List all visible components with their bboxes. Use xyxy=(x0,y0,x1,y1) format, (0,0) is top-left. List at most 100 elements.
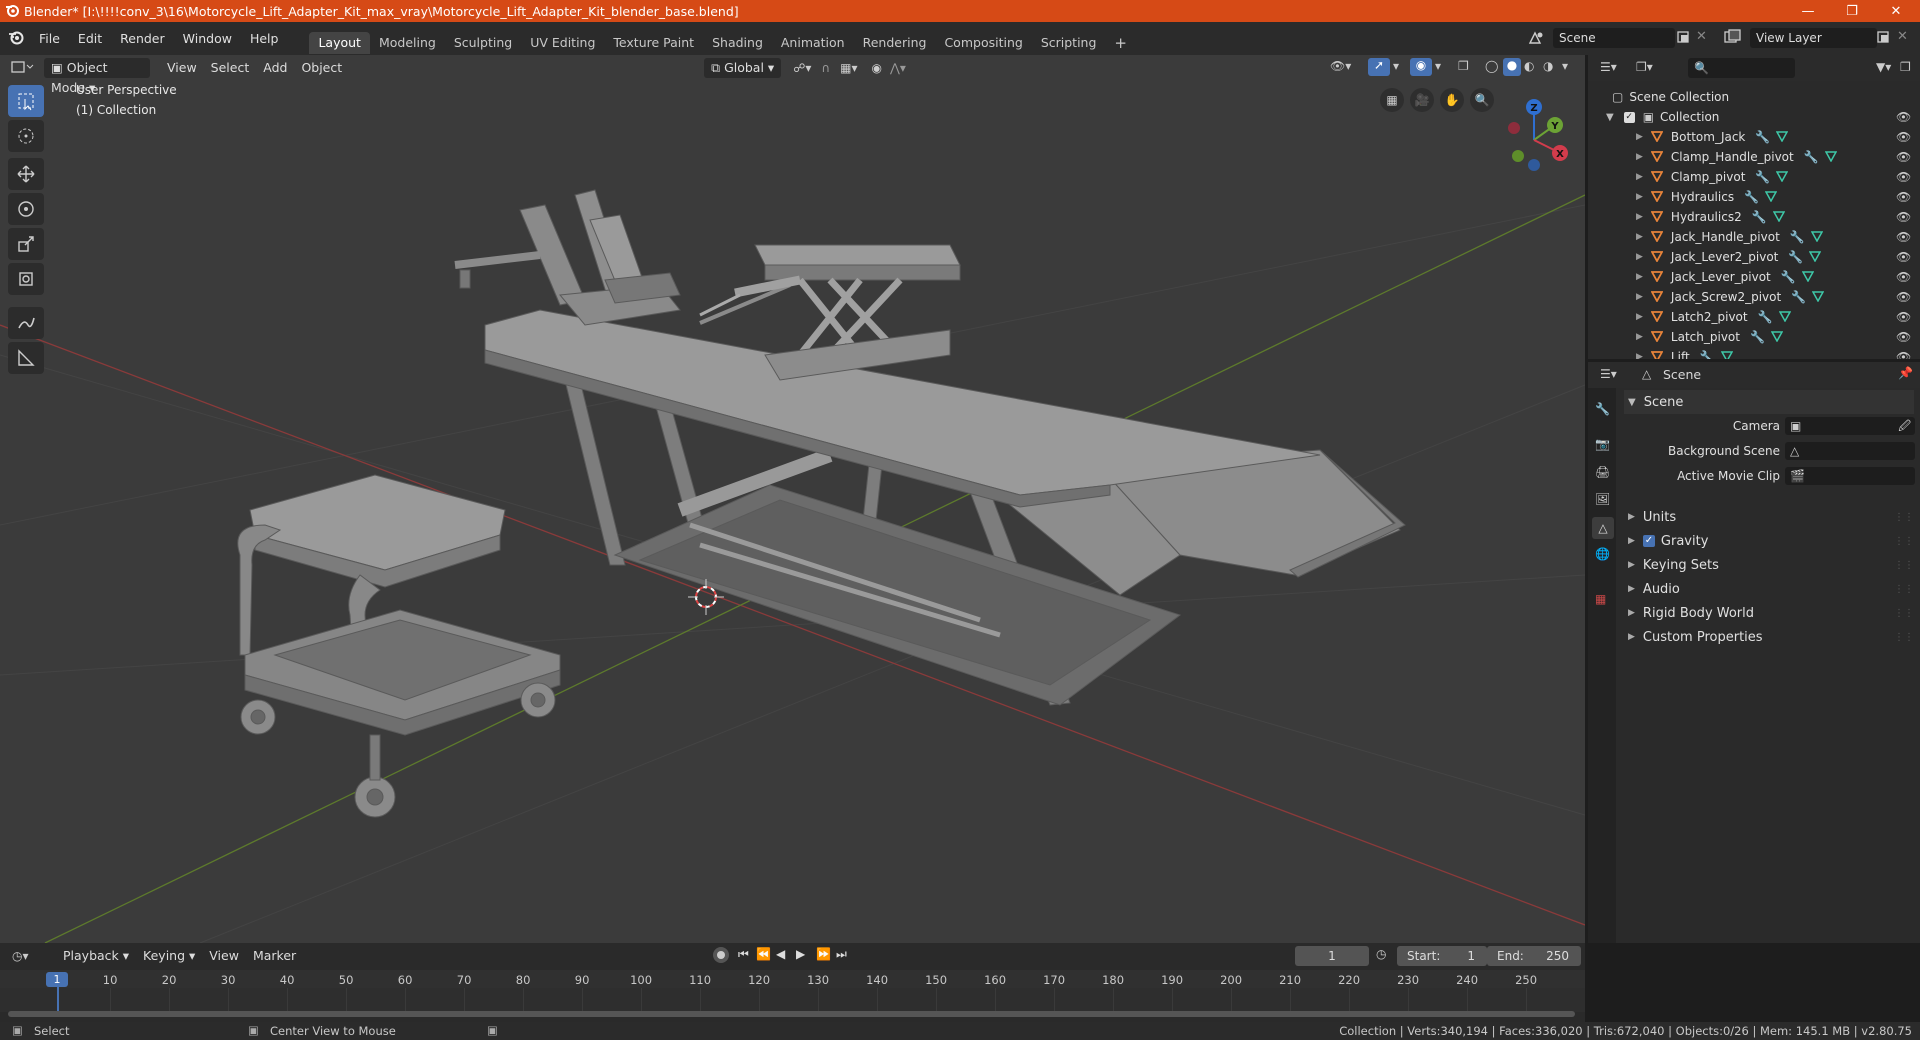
timeline-scrollbar[interactable] xyxy=(8,1011,1575,1017)
expand-arrow-icon[interactable]: ▶ xyxy=(1636,232,1643,242)
transform-tool[interactable] xyxy=(8,263,44,295)
outliner-editor-type-icon[interactable]: ☰▾ xyxy=(1600,60,1617,74)
playhead-frame-indicator[interactable]: 1 xyxy=(46,972,68,987)
next-keyframe-icon[interactable]: ⏩ xyxy=(816,947,831,961)
end-frame-field[interactable]: End: 250 xyxy=(1487,946,1581,966)
timeline-menu-keying[interactable]: Keying ▾ xyxy=(136,946,202,966)
tab-uv-editing[interactable]: UV Editing xyxy=(521,32,604,54)
play-icon[interactable]: ▶ xyxy=(796,947,805,961)
modifier-icon[interactable]: 🔧 xyxy=(1781,270,1796,284)
blender-menu-icon[interactable] xyxy=(8,29,24,48)
menu-window[interactable]: Window xyxy=(174,22,241,55)
expand-arrow-icon[interactable]: ▶ xyxy=(1636,172,1643,182)
visibility-eye-icon[interactable]: 👁 xyxy=(1896,190,1911,204)
expand-arrow-icon[interactable]: ▶ xyxy=(1636,252,1643,262)
visibility-eye-icon[interactable]: 👁 xyxy=(1896,350,1911,359)
properties-section[interactable]: ▶ Audio ⋮⋮ xyxy=(1624,577,1914,601)
viewport-scene[interactable] xyxy=(0,55,1585,943)
property-field[interactable]: △ xyxy=(1785,442,1915,460)
cursor-tool[interactable] xyxy=(8,120,44,152)
properties-section[interactable]: ▶ ✓ Gravity ⋮⋮ xyxy=(1624,529,1914,553)
editor-type-icon[interactable] xyxy=(10,59,38,78)
mesh-data-icon[interactable] xyxy=(1809,250,1822,265)
creeper-seat-model[interactable] xyxy=(237,474,561,818)
navigation-axis-gizmo[interactable]: Z Y X xyxy=(1490,85,1580,185)
timeline-menu-playback[interactable]: Playback ▾ xyxy=(56,946,136,966)
new-scene-icon[interactable] xyxy=(1676,30,1690,47)
tab-sculpting[interactable]: Sculpting xyxy=(445,32,521,54)
modifier-icon[interactable]: 🔧 xyxy=(1758,310,1773,324)
properties-editor-type-icon[interactable]: ☰▾ xyxy=(1600,367,1617,381)
shading-rendered-icon[interactable]: ◑ xyxy=(1543,59,1553,73)
outliner-item[interactable]: ▶ Jack_Lever_pivot 🔧 👁 xyxy=(1588,267,1920,287)
modifier-icon[interactable]: 🔧 xyxy=(1790,230,1805,244)
3d-viewport[interactable]: ▣ Object Mode ▾ View Select Add Object ⧉… xyxy=(0,55,1585,943)
select-box-tool[interactable] xyxy=(8,85,44,117)
outliner-item[interactable]: ▶ Jack_Lever2_pivot 🔧 👁 xyxy=(1588,247,1920,267)
mesh-data-icon[interactable] xyxy=(1778,310,1791,325)
proportional-editing-icon[interactable]: ◉ xyxy=(872,61,882,75)
menu-help[interactable]: Help xyxy=(241,22,288,55)
drag-handle-icon[interactable]: ⋮⋮ xyxy=(1894,584,1914,595)
menu-edit[interactable]: Edit xyxy=(69,22,111,55)
move-tool[interactable] xyxy=(8,158,44,190)
scene-collection-row[interactable]: ▢ Scene Collection xyxy=(1588,87,1920,107)
modifier-icon[interactable]: 🔧 xyxy=(1791,290,1806,304)
prev-keyframe-icon[interactable]: ⏪ xyxy=(756,947,771,961)
filter-icon[interactable]: ▼▾ xyxy=(1876,60,1891,74)
timeline-track-area[interactable] xyxy=(0,988,1585,1012)
mesh-data-icon[interactable] xyxy=(1801,270,1814,285)
drag-handle-icon[interactable]: ⋮⋮ xyxy=(1894,536,1914,547)
toggle-ortho-icon[interactable]: ▦ xyxy=(1380,88,1404,112)
collection-expand-icon[interactable]: ▼ xyxy=(1606,112,1614,123)
viewport-menu-view[interactable]: View xyxy=(160,58,204,78)
mesh-data-icon[interactable] xyxy=(1770,330,1784,345)
expand-arrow-icon[interactable]: ▶ xyxy=(1636,272,1643,282)
outliner-item[interactable]: ▶ Clamp_pivot 🔧 👁 xyxy=(1588,167,1920,187)
add-workspace-icon[interactable]: + xyxy=(1105,32,1136,54)
outliner-item[interactable]: ▶ Latch2_pivot 🔧 👁 xyxy=(1588,307,1920,327)
outliner-item[interactable]: ▶ Latch_pivot 🔧 👁 xyxy=(1588,327,1920,347)
drag-handle-icon[interactable]: ⋮⋮ xyxy=(1894,512,1914,523)
display-mode-icon[interactable]: ❐▾ xyxy=(1636,60,1653,74)
visibility-eye-icon[interactable]: 👁 xyxy=(1896,250,1911,264)
modifier-icon[interactable]: 🔧 xyxy=(1752,210,1767,224)
render-tab-icon[interactable]: 📷 xyxy=(1595,437,1610,451)
mesh-data-icon[interactable] xyxy=(1776,170,1789,185)
modifier-icon[interactable]: 🔧 xyxy=(1804,150,1819,164)
record-icon[interactable] xyxy=(713,947,729,963)
outliner-item[interactable]: ▶ Jack_Handle_pivot 🔧 👁 xyxy=(1588,227,1920,247)
gravity-checkbox[interactable]: ✓ xyxy=(1642,535,1655,547)
jump-start-icon[interactable]: ⏮ xyxy=(738,947,749,962)
scene-selector[interactable]: Scene xyxy=(1553,28,1675,48)
outliner-item[interactable]: ▶ Clamp_Handle_pivot 🔧 👁 xyxy=(1588,147,1920,167)
properties-section[interactable]: ▶ Units ⋮⋮ xyxy=(1624,505,1914,529)
measure-tool[interactable] xyxy=(8,342,44,374)
restore-button[interactable]: ❐ xyxy=(1830,0,1874,22)
scene-tab-icon[interactable]: △ xyxy=(1592,517,1614,539)
gizmo-dropdown-icon[interactable]: ▾ xyxy=(1393,59,1399,73)
preview-range-icon[interactable]: ◷ xyxy=(1376,947,1386,961)
minimize-button[interactable]: — xyxy=(1786,0,1830,22)
visibility-eye-icon[interactable]: 👁 xyxy=(1896,270,1911,284)
timeline-menu-marker[interactable]: Marker xyxy=(246,946,303,966)
visibility-eye-icon[interactable]: 👁 xyxy=(1896,150,1911,164)
delete-scene-icon[interactable]: ✕ xyxy=(1696,29,1707,44)
visibility-eye-icon[interactable]: 👁 xyxy=(1896,130,1911,144)
timeline-editor-type-icon[interactable]: ◷▾ xyxy=(12,949,42,963)
mesh-data-icon[interactable] xyxy=(1824,150,1837,165)
tab-modeling[interactable]: Modeling xyxy=(370,32,445,54)
visibility-eye-icon[interactable]: 👁 xyxy=(1896,210,1911,224)
overlays-toggle-icon[interactable]: ◉ xyxy=(1410,58,1432,76)
overlays-dropdown-icon[interactable]: ▾ xyxy=(1435,59,1441,73)
scene-browse-icon[interactable] xyxy=(1527,29,1545,50)
tab-scripting[interactable]: Scripting xyxy=(1032,32,1106,54)
properties-section[interactable]: ▶ Custom Properties ⋮⋮ xyxy=(1624,625,1914,649)
visibility-eye-icon[interactable]: 👁 xyxy=(1896,310,1911,324)
tab-animation[interactable]: Animation xyxy=(772,32,854,54)
properties-section[interactable]: ▶ Rigid Body World ⋮⋮ xyxy=(1624,601,1914,625)
falloff-icon[interactable]: ⋀▾ xyxy=(890,61,906,75)
outliner-item[interactable]: ▶ Bottom_Jack 🔧 👁 xyxy=(1588,127,1920,147)
viewport-menu-add[interactable]: Add xyxy=(256,58,294,78)
tool-tab-icon[interactable]: 🔧 xyxy=(1595,402,1610,416)
